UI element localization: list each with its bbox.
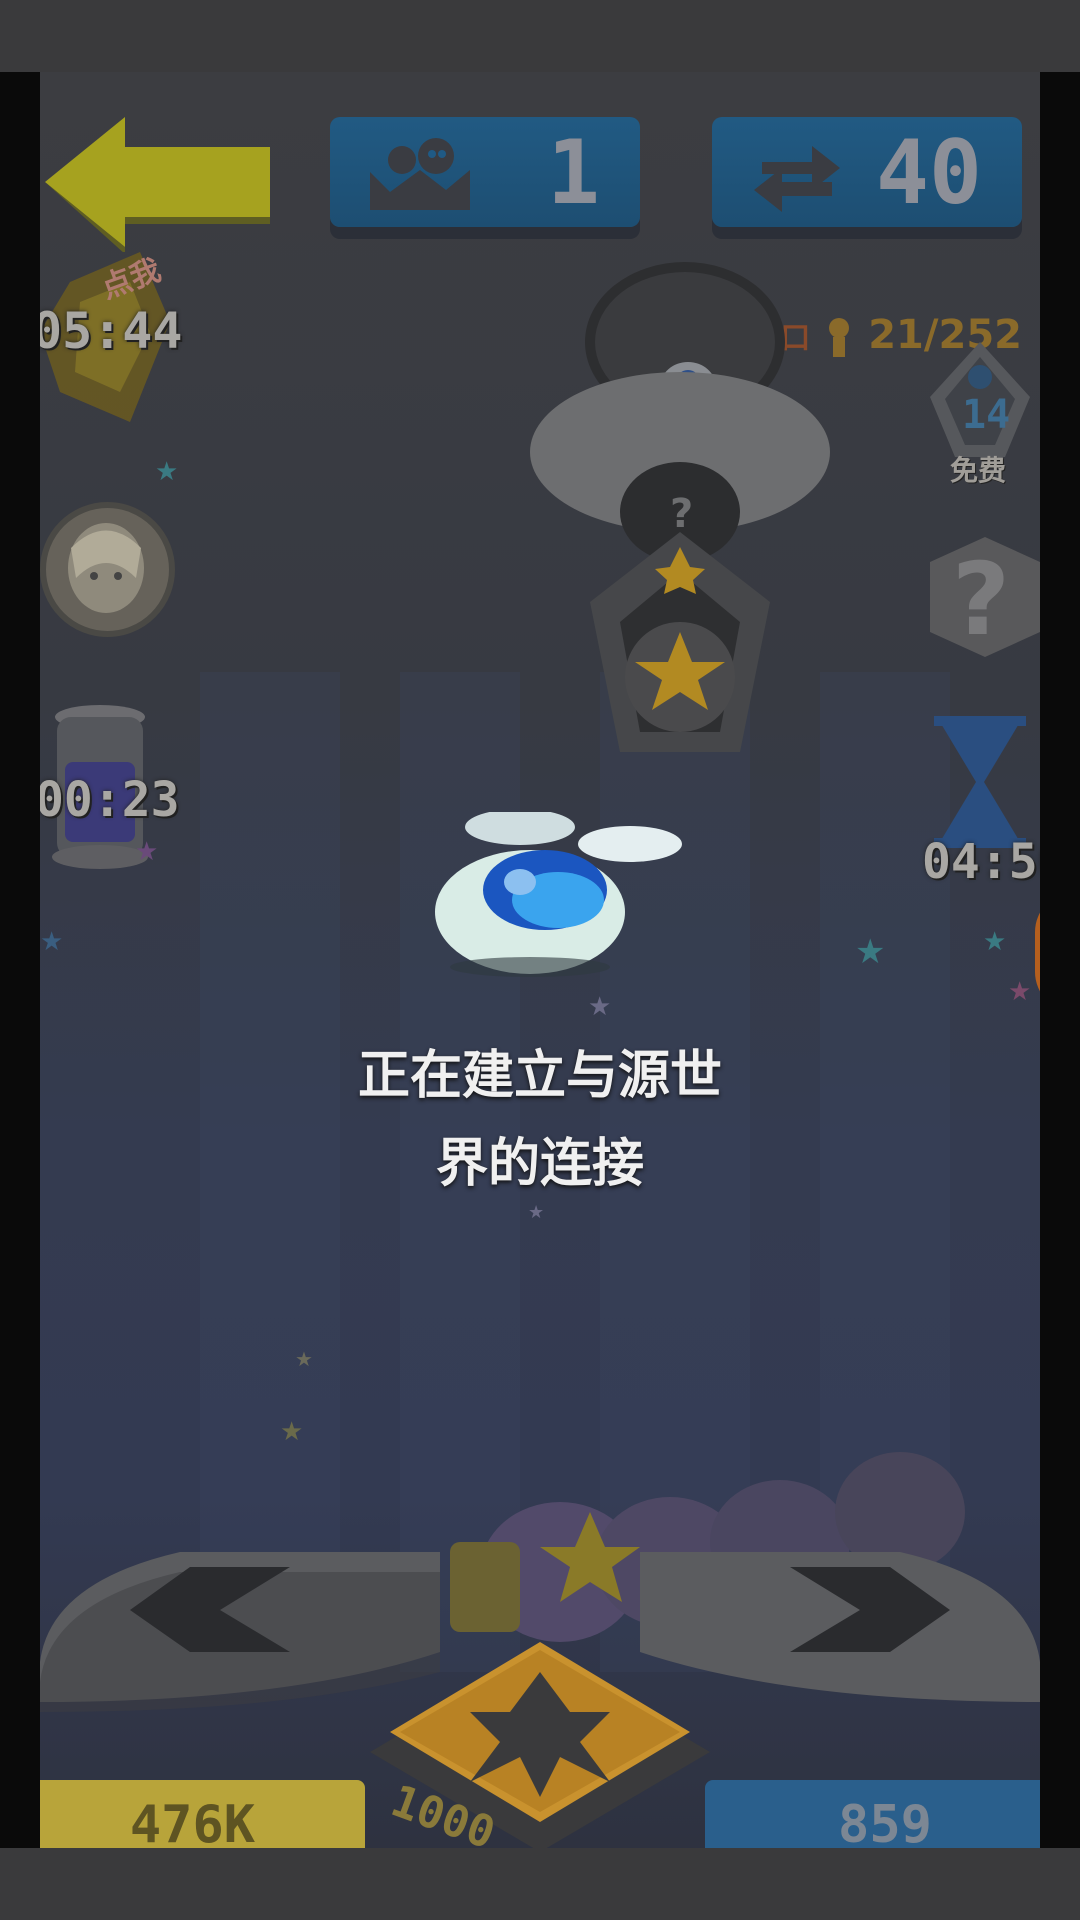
gold-counter[interactable]: 476K bbox=[40, 1780, 365, 1848]
swap-counter[interactable]: 40 bbox=[712, 117, 1022, 227]
potion-timer: 00:23 bbox=[40, 772, 180, 828]
sparkle-star: ★ bbox=[983, 927, 1007, 957]
swap-arrows-icon bbox=[754, 146, 840, 212]
top-letterbox bbox=[0, 0, 1080, 72]
gem-counter[interactable]: 859 bbox=[705, 1780, 1040, 1848]
character-avatar[interactable] bbox=[40, 502, 175, 637]
level-counter[interactable]: 1 bbox=[330, 117, 640, 227]
gift-timer: 05:44 bbox=[40, 302, 183, 360]
sparkle-star: ★ bbox=[155, 457, 179, 487]
loading-message: 正在建立与源世 界的连接 bbox=[40, 1032, 1040, 1208]
free-label: 免费 bbox=[950, 454, 1007, 487]
level-value: 1 bbox=[547, 120, 600, 224]
sparkle-star: ★ bbox=[1008, 977, 1032, 1007]
gift-crystal-button[interactable]: 点我 05:44 bbox=[40, 242, 183, 442]
sparkle-star: ★ bbox=[135, 837, 159, 867]
crown-skull-icon bbox=[370, 138, 470, 210]
paw-icon bbox=[1039, 922, 1040, 986]
loading-pet-icon bbox=[435, 812, 682, 977]
back-arrow-button[interactable] bbox=[40, 112, 290, 252]
svg-text:?: ? bbox=[952, 541, 1010, 658]
sparkle-star: ★ bbox=[588, 992, 612, 1022]
free-summon-button[interactable]: 14 免费 bbox=[920, 337, 1040, 487]
loading-line-2: 界的连接 bbox=[435, 1134, 644, 1194]
sparkle-star: ★ bbox=[40, 927, 64, 957]
sparkle-star: ★ bbox=[295, 1347, 313, 1371]
avatar-portrait-icon bbox=[68, 523, 144, 613]
bottom-letterbox bbox=[0, 1848, 1080, 1920]
hourglass-button[interactable]: 04:50 bbox=[920, 712, 1040, 912]
gacha-machine[interactable]: ? bbox=[520, 232, 860, 782]
swap-value: 40 bbox=[876, 120, 982, 224]
free-count: 14 bbox=[962, 392, 1011, 438]
hourglass-timer: 04:50 bbox=[922, 834, 1040, 890]
gem-value: 859 bbox=[838, 1795, 932, 1848]
build-button[interactable]: 1000 bbox=[360, 1632, 720, 1848]
svg-text:?: ? bbox=[670, 491, 693, 537]
gold-value: 476K bbox=[129, 1795, 256, 1848]
sparkle-star: ★ bbox=[855, 932, 886, 972]
hourglass-icon bbox=[934, 716, 1026, 848]
sparkle-star: ★ bbox=[280, 1417, 304, 1447]
loading-line-1: 正在建立与源世 bbox=[357, 1046, 722, 1106]
game-viewport: 1 40 点我 05:44 00:23 21/252 ? 14 免费 ? 04:… bbox=[40, 72, 1040, 1848]
mystery-block-button[interactable]: ? bbox=[930, 532, 1040, 662]
